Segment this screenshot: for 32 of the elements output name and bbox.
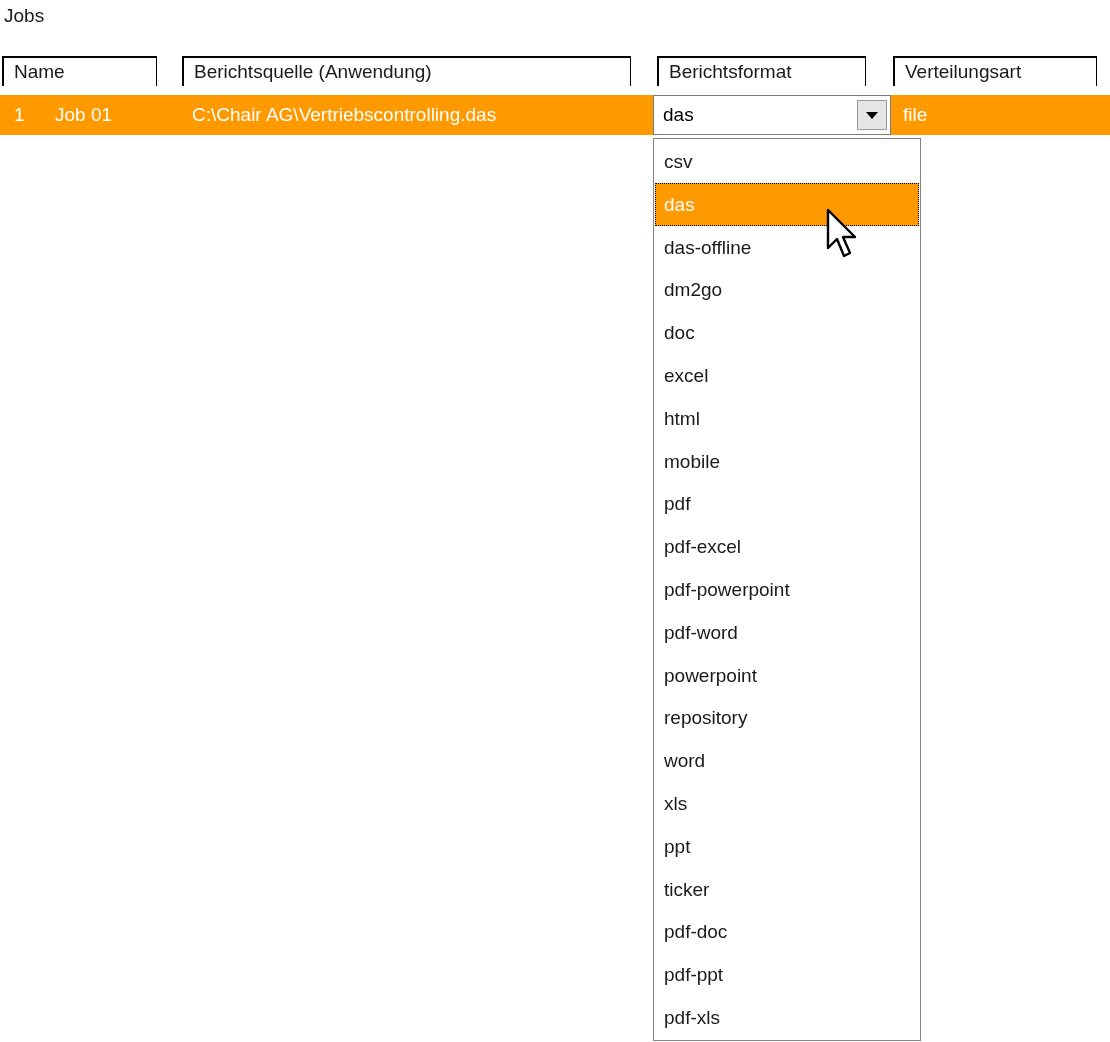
dropdown-option[interactable]: repository xyxy=(655,696,919,740)
dropdown-option[interactable]: pdf-doc xyxy=(655,910,919,954)
table-cell-text: Job 01 xyxy=(55,103,113,127)
dropdown-option[interactable]: mobile xyxy=(655,439,919,483)
row-number: 1 xyxy=(14,103,25,127)
dropdown-option[interactable]: pdf-word xyxy=(655,610,919,654)
format-dropdown[interactable]: das xyxy=(653,95,891,135)
dropdown-option[interactable]: xls xyxy=(655,781,919,825)
dropdown-option[interactable]: html xyxy=(655,396,919,440)
dropdown-option[interactable]: powerpoint xyxy=(655,653,919,697)
column-header[interactable]: Name xyxy=(2,56,157,86)
dropdown-option[interactable]: pdf-powerpoint xyxy=(655,567,919,611)
dropdown-option[interactable]: pdf-xls xyxy=(655,995,919,1039)
table-cell-text: C:\Chair AG\Vertriebscontrolling.das xyxy=(192,103,497,127)
dropdown-option[interactable]: pdf-excel xyxy=(655,525,919,568)
dropdown-arrow-button[interactable] xyxy=(857,100,887,130)
column-header[interactable]: Berichtsquelle (Anwendung) xyxy=(182,56,631,86)
column-header[interactable]: Verteilungsart xyxy=(893,56,1097,86)
section-title: Jobs xyxy=(4,4,45,28)
dropdown-option[interactable]: ppt xyxy=(655,824,919,868)
dropdown-option[interactable]: word xyxy=(655,739,919,782)
dropdown-option[interactable]: pdf xyxy=(655,482,919,526)
dropdown-option[interactable]: ticker xyxy=(655,867,919,911)
table-cell-text: file xyxy=(903,103,928,127)
dropdown-option[interactable]: das-offline xyxy=(655,225,919,269)
column-header[interactable]: Berichtsformat xyxy=(657,56,866,86)
dropdown-option[interactable]: csv xyxy=(655,140,919,183)
dropdown-option[interactable]: doc xyxy=(655,311,919,354)
dropdown-option[interactable]: excel xyxy=(655,354,919,397)
dropdown-option[interactable]: dm2go xyxy=(655,268,919,312)
caret-down-icon xyxy=(866,111,878,119)
dropdown-option[interactable]: pdf-ppt xyxy=(655,953,919,996)
